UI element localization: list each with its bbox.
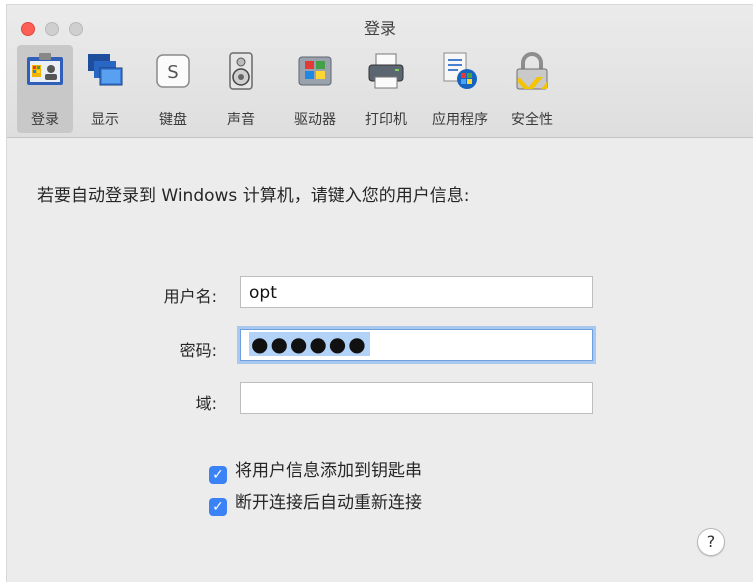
reconnect-checkbox[interactable]: ✓ <box>209 498 227 516</box>
tab-display[interactable]: 显示 <box>75 45 135 133</box>
password-field[interactable]: ●●●●●● <box>240 329 593 361</box>
tab-display-label: 显示 <box>91 112 119 128</box>
tab-security-label: 安全性 <box>511 112 553 128</box>
titlebar: 登录 登录 显示 S 键盘 声音 驱动器 打印机 应用程序 安全性 <box>7 5 753 138</box>
username-value: opt <box>249 283 277 303</box>
drives-icon <box>298 56 332 86</box>
tab-sound[interactable]: 声音 <box>211 45 271 133</box>
tab-keyboard[interactable]: S 键盘 <box>143 45 203 133</box>
window: 登录 登录 显示 S 键盘 声音 驱动器 打印机 应用程序 安全性 若要自动登录… <box>6 4 753 582</box>
security-icon <box>516 52 548 90</box>
display-icon <box>88 54 123 86</box>
intro-text: 若要自动登录到 Windows 计算机，请键入您的用户信息: <box>37 186 470 206</box>
domain-label: 域: <box>195 394 217 413</box>
password-label: 密码: <box>179 341 217 360</box>
keychain-label: 将用户信息添加到钥匙串 <box>235 461 422 481</box>
reconnect-option[interactable]: ✓ 断开连接后自动重新连接 <box>209 488 422 516</box>
tab-keyboard-label: 键盘 <box>159 112 187 128</box>
tab-login[interactable]: 登录 <box>17 45 73 133</box>
tab-drives-label: 驱动器 <box>294 112 336 128</box>
keychain-option[interactable]: ✓ 将用户信息添加到钥匙串 <box>209 456 422 484</box>
printer-icon <box>368 53 404 89</box>
tab-sound-label: 声音 <box>227 112 255 128</box>
tab-applications-label: 应用程序 <box>432 112 488 128</box>
login-panel: 若要自动登录到 Windows 计算机，请键入您的用户信息: 用户名: opt … <box>7 138 753 582</box>
domain-field[interactable] <box>240 382 593 414</box>
keychain-checkbox[interactable]: ✓ <box>209 466 227 484</box>
username-field[interactable]: opt <box>240 276 593 308</box>
applications-icon <box>443 52 477 89</box>
window-title: 登录 <box>363 19 396 38</box>
username-label: 用户名: <box>163 287 217 306</box>
tab-security[interactable]: 安全性 <box>501 45 563 133</box>
tab-applications[interactable]: 应用程序 <box>421 45 499 133</box>
password-value: ●●●●●● <box>249 332 370 356</box>
tab-login-label: 登录 <box>31 112 59 128</box>
reconnect-label: 断开连接后自动重新连接 <box>235 493 422 513</box>
login-icon <box>27 53 63 85</box>
tab-printer[interactable]: 打印机 <box>353 45 419 133</box>
sound-icon <box>229 52 253 90</box>
help-button[interactable]: ? <box>697 528 725 556</box>
tab-printer-label: 打印机 <box>365 112 407 128</box>
keyboard-icon: S <box>156 54 190 88</box>
tab-drives[interactable]: 驱动器 <box>279 45 351 133</box>
svg-text:S: S <box>167 62 178 83</box>
